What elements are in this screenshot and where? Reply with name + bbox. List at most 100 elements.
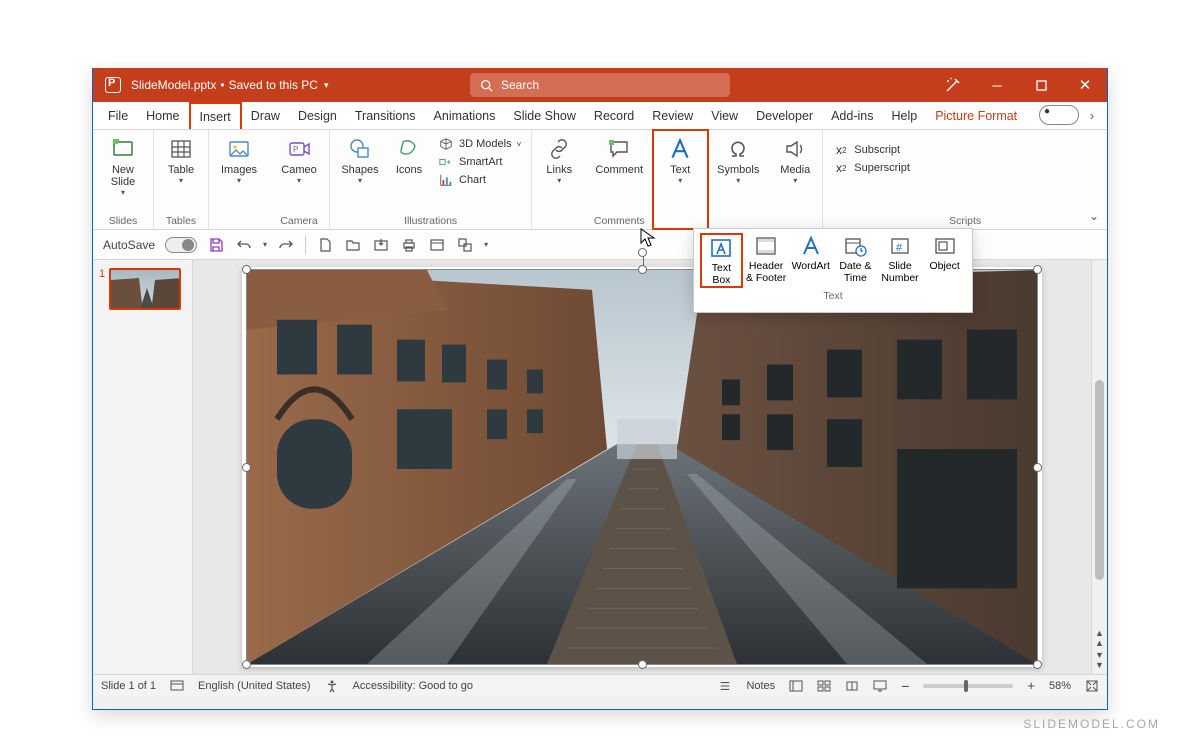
group-slides: New Slide ▾ Slides xyxy=(93,130,154,229)
camera-toggle[interactable] xyxy=(1039,105,1079,125)
close-button[interactable]: ✕ xyxy=(1063,68,1107,102)
normal-view-icon[interactable] xyxy=(789,679,803,693)
3d-models-button[interactable]: 3D Models ˅ xyxy=(438,136,521,152)
tab-help[interactable]: Help xyxy=(882,102,926,129)
language-label[interactable]: English (United States) xyxy=(198,680,311,692)
shapes-button[interactable]: Shapes▾ xyxy=(336,134,384,185)
qat-extra1-icon[interactable] xyxy=(428,236,446,254)
links-button[interactable]: Links▾ xyxy=(538,134,580,185)
text-box-button[interactable]: Text Box xyxy=(700,233,743,288)
slideshow-view-icon[interactable] xyxy=(873,679,887,693)
group-scripts: x2Subscript x2Superscript Scripts xyxy=(823,130,1107,229)
icons-button[interactable]: Icons xyxy=(388,134,430,176)
icons-icon xyxy=(396,136,422,162)
redo-icon[interactable] xyxy=(277,236,295,254)
subscript-button[interactable]: x2Subscript xyxy=(833,142,910,158)
tab-animations[interactable]: Animations xyxy=(425,102,505,129)
text-button[interactable]: Text▾ xyxy=(659,134,701,185)
tab-transitions[interactable]: Transitions xyxy=(346,102,425,129)
resize-handle-sw[interactable] xyxy=(242,660,251,669)
zoom-out-button[interactable]: − xyxy=(901,678,909,694)
filename: SlideModel.pptx xyxy=(131,78,216,92)
designer-icon[interactable] xyxy=(931,68,975,102)
undo-icon[interactable] xyxy=(235,236,253,254)
notes-button[interactable]: Notes xyxy=(746,680,775,692)
slide-canvas-area[interactable] xyxy=(193,260,1091,674)
new-file-icon[interactable] xyxy=(316,236,334,254)
symbols-button[interactable]: Symbols▾ xyxy=(714,134,762,185)
rotate-handle[interactable] xyxy=(638,248,647,257)
smartart-icon xyxy=(438,154,454,170)
open-icon[interactable] xyxy=(344,236,362,254)
superscript-button[interactable]: x2Superscript xyxy=(833,160,910,176)
export-icon[interactable] xyxy=(372,236,390,254)
object-button[interactable]: Object xyxy=(923,233,966,288)
resize-handle-w[interactable] xyxy=(242,463,251,472)
group-tables: Table ▾ Tables xyxy=(154,130,209,229)
chart-button[interactable]: Chart xyxy=(438,172,521,188)
selected-image[interactable] xyxy=(246,269,1038,665)
tab-file[interactable]: File xyxy=(99,102,137,129)
resize-handle-se[interactable] xyxy=(1033,660,1042,669)
header-footer-button[interactable]: Header & Footer xyxy=(745,233,788,288)
tab-draw[interactable]: Draw xyxy=(242,102,289,129)
tab-slideshow[interactable]: Slide Show xyxy=(504,102,585,129)
svg-text:#: # xyxy=(896,242,903,254)
cube-icon xyxy=(438,136,454,152)
resize-handle-s[interactable] xyxy=(638,660,647,669)
zoom-value[interactable]: 58% xyxy=(1049,680,1071,692)
resize-handle-e[interactable] xyxy=(1033,463,1042,472)
ribbon-collapse-icon[interactable]: ⌄ xyxy=(1089,209,1099,223)
resize-handle-nw[interactable] xyxy=(242,265,251,274)
zoom-in-button[interactable]: + xyxy=(1027,678,1035,693)
title-chevron-icon[interactable]: ▾ xyxy=(324,80,329,91)
media-button[interactable]: Media▾ xyxy=(774,134,816,185)
prev-slide-icon[interactable]: ▲▲ xyxy=(1095,628,1104,648)
autosave-toggle[interactable] xyxy=(165,237,197,253)
minimize-button[interactable]: ─ xyxy=(975,68,1019,102)
slide-thumbnail-1[interactable] xyxy=(109,268,181,310)
comment-icon xyxy=(606,136,632,162)
tab-addins[interactable]: Add-ins xyxy=(822,102,882,129)
maximize-button[interactable] xyxy=(1019,68,1063,102)
date-time-button[interactable]: Date & Time xyxy=(834,233,877,288)
tab-record[interactable]: Record xyxy=(585,102,643,129)
smartart-button[interactable]: SmartArt xyxy=(438,154,521,170)
tab-picture-format[interactable]: Picture Format xyxy=(926,102,1026,129)
comment-button[interactable]: Comment xyxy=(592,134,646,176)
search-box[interactable]: Search xyxy=(470,73,730,97)
tab-design[interactable]: Design xyxy=(289,102,346,129)
group-camera: P Cameo ▾ Camera xyxy=(269,130,330,229)
save-icon[interactable] xyxy=(207,236,225,254)
accessibility-label[interactable]: Accessibility: Good to go xyxy=(353,680,473,692)
scrollbar-thumb[interactable] xyxy=(1095,380,1104,580)
tab-view[interactable]: View xyxy=(702,102,747,129)
zoom-slider[interactable] xyxy=(923,684,1013,688)
print-icon[interactable] xyxy=(400,236,418,254)
thumbnail-image xyxy=(111,270,181,310)
sorter-view-icon[interactable] xyxy=(817,679,831,693)
tab-review[interactable]: Review xyxy=(643,102,702,129)
tab-insert[interactable]: Insert xyxy=(189,102,242,129)
slide-number-button[interactable]: # Slide Number xyxy=(879,233,922,288)
images-button[interactable]: Images ▾ xyxy=(215,134,263,185)
tab-developer[interactable]: Developer xyxy=(747,102,822,129)
table-button[interactable]: Table ▾ xyxy=(160,134,202,185)
qat-extra2-icon[interactable] xyxy=(456,236,474,254)
omega-icon xyxy=(725,136,751,162)
tabs-overflow-button[interactable]: › xyxy=(1083,102,1101,129)
cameo-button[interactable]: P Cameo ▾ xyxy=(275,134,323,185)
status-bar: Slide 1 of 1 English (United States) Acc… xyxy=(93,674,1107,696)
tab-home[interactable]: Home xyxy=(137,102,188,129)
accessibility-icon xyxy=(325,679,339,693)
next-slide-icon[interactable]: ▼▼ xyxy=(1095,650,1104,670)
reading-view-icon[interactable] xyxy=(845,679,859,693)
new-slide-button[interactable]: New Slide ▾ xyxy=(99,134,147,197)
vertical-scrollbar[interactable]: ▲▲ ▼▼ xyxy=(1091,260,1107,674)
resize-handle-n[interactable] xyxy=(638,265,647,274)
fit-to-window-icon[interactable] xyxy=(1085,679,1099,693)
slide-canvas xyxy=(242,267,1042,667)
wordart-button[interactable]: WordArt xyxy=(789,233,832,288)
ribbon: New Slide ▾ Slides Table ▾ Tables Images… xyxy=(93,130,1107,230)
resize-handle-ne[interactable] xyxy=(1033,265,1042,274)
